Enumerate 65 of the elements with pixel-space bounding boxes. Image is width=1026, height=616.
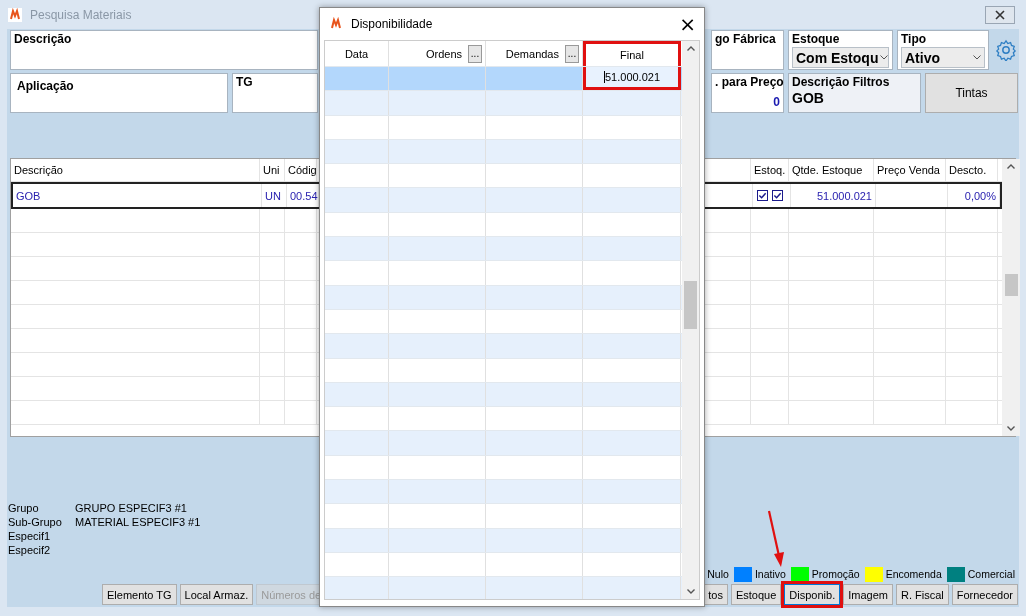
toolbar-button[interactable]: Elemento TG — [102, 584, 177, 605]
info-label: Especif1 — [8, 530, 52, 542]
close-button[interactable]: × — [679, 14, 696, 34]
info-label: Especif2 — [8, 544, 52, 556]
info-value: GRUPO ESPECIF3 #1 — [75, 502, 187, 514]
column-header[interactable]: Descrição — [11, 159, 260, 181]
info-value: MATERIAL ESPECIF3 #1 — [75, 516, 201, 528]
chevron-down-icon — [973, 55, 981, 60]
toolbar-button[interactable]: Disponib. — [784, 584, 841, 605]
legend-label: Inativo — [754, 568, 786, 580]
price-field[interactable]: . para Preço 0 — [711, 73, 784, 113]
scroll-up-icon[interactable] — [1007, 164, 1015, 169]
toolbar-button[interactable]: Imagem — [843, 584, 893, 605]
application-field[interactable]: Aplicação — [10, 73, 228, 113]
final-value: 51.000.021 — [604, 71, 661, 84]
factory-code-field[interactable]: go Fábrica — [711, 30, 784, 70]
info-label: Grupo — [8, 502, 40, 514]
legend-label: Promoção — [811, 568, 860, 580]
ellipsis-button[interactable]: ... — [468, 44, 482, 63]
scrollbar-thumb[interactable] — [684, 281, 697, 329]
toolbar-button[interactable]: Estoque — [730, 584, 782, 605]
dialog-title: Disponibilidade — [351, 17, 433, 31]
settings-icon[interactable] — [995, 39, 1017, 61]
column-header[interactable]: Descto. — [946, 159, 998, 181]
tintas-button[interactable]: Tintas — [925, 73, 1018, 113]
column-header[interactable]: Qtde. Estoque — [789, 159, 874, 181]
filter-description-field: Descrição Filtros GOB — [788, 73, 921, 113]
column-header[interactable]: Demandas ... — [486, 41, 583, 66]
column-header[interactable]: Data — [325, 41, 389, 66]
scrollbar-thumb[interactable] — [1004, 274, 1018, 296]
description-field[interactable]: Descrição — [10, 30, 318, 70]
scroll-down-icon[interactable] — [1007, 426, 1015, 431]
scroll-up-icon[interactable] — [686, 46, 695, 51]
legend-label: Nulo — [707, 568, 729, 580]
window-title: Pesquisa Materiais — [30, 8, 132, 22]
type-filter: Tipo Ativo — [897, 30, 989, 70]
stock-filter: Estoque Com Estoqu — [788, 30, 893, 70]
chevron-down-icon — [880, 55, 888, 60]
toolbar-button[interactable]: Local Armaz. — [179, 584, 254, 605]
checkbox[interactable] — [772, 190, 783, 201]
column-header[interactable]: Uni — [260, 159, 285, 181]
stock-dropdown[interactable]: Com Estoqu — [792, 47, 889, 68]
column-header[interactable]: Códig — [285, 159, 317, 181]
annotation-arrow — [766, 510, 786, 568]
info-label: Sub-Grupo — [8, 516, 63, 528]
column-header[interactable]: Ordens ... — [389, 41, 486, 66]
app-logo-icon — [329, 17, 343, 31]
column-header[interactable]: Preço Venda — [874, 159, 946, 181]
checkbox[interactable] — [757, 190, 768, 201]
scroll-down-icon[interactable] — [686, 589, 695, 594]
column-header[interactable]: Estoq. — [751, 159, 789, 181]
close-button[interactable] — [985, 6, 1015, 24]
close-icon — [995, 10, 1005, 20]
table-row[interactable]: 51.000.021 — [325, 67, 682, 92]
legend-label: Comercial — [967, 568, 1015, 580]
ellipsis-button[interactable]: ... — [565, 44, 579, 63]
toolbar-button[interactable]: tos — [703, 584, 728, 605]
toolbar-button[interactable]: R. Fiscal — [895, 584, 949, 605]
scrollbar[interactable] — [1002, 159, 1020, 436]
app-logo-icon — [8, 8, 22, 22]
scrollbar[interactable] — [682, 41, 699, 599]
legend-label: Encomenda — [885, 568, 942, 580]
type-dropdown[interactable]: Ativo — [901, 47, 985, 68]
toolbar-button[interactable]: Fornecedor — [951, 584, 1018, 605]
tg-field[interactable]: TG — [232, 73, 318, 113]
